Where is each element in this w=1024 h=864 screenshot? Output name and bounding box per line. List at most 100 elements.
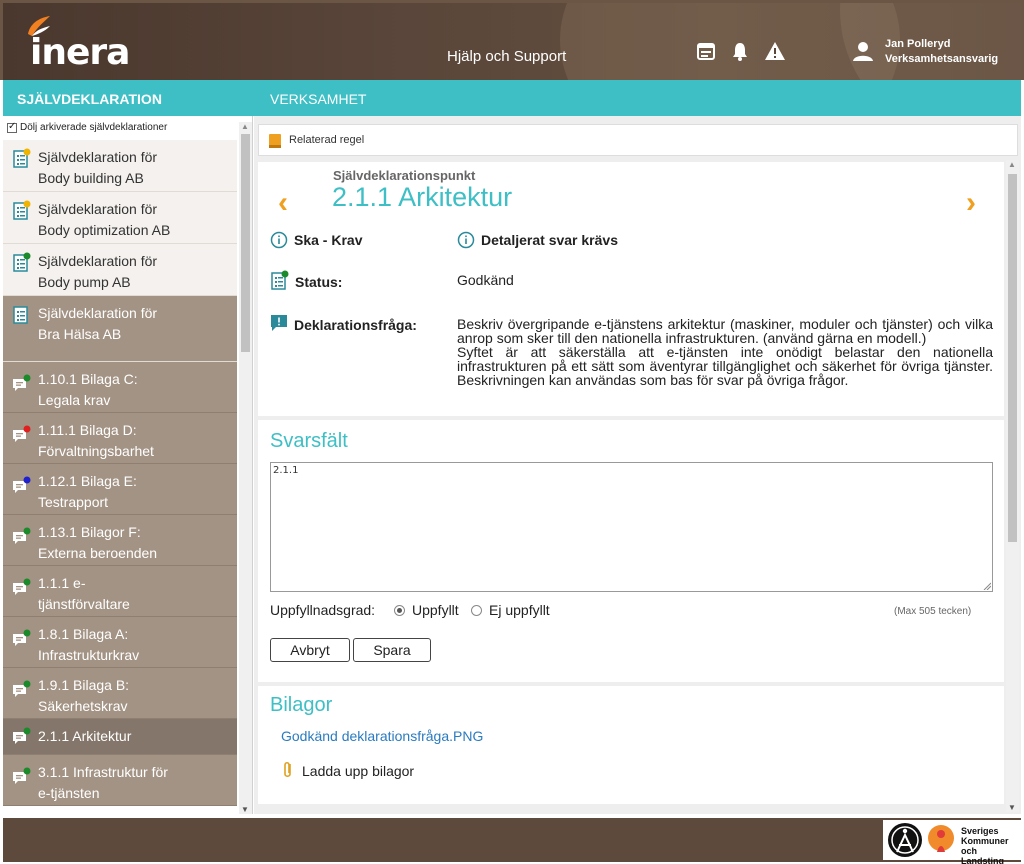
answer-value: 2.1.1 bbox=[273, 465, 299, 476]
radio-not-fulfilled-label[interactable]: Ej uppfyllt bbox=[489, 602, 550, 618]
sidebar-item-label: 1.1.1 e- tjänstförvaltare bbox=[38, 575, 130, 612]
related-rule-label: Relaterad regel bbox=[289, 134, 365, 146]
sidebar-scrollbar[interactable]: ▲ ▼ bbox=[239, 122, 252, 814]
scroll-up-icon[interactable]: ▲ bbox=[1008, 160, 1016, 169]
sidebar-declaration-item[interactable]: Självdeklaration för Body building AB bbox=[3, 140, 237, 192]
comment-icon bbox=[13, 527, 31, 544]
footer-logos: Sveriges Kommuner och Landsting bbox=[883, 820, 1021, 864]
attachments-title: Bilagor bbox=[270, 694, 333, 716]
user-role: Verksamhetsansvarig bbox=[885, 53, 999, 65]
question-paragraph: Beskriv övergripande e-tjänstens arkitek… bbox=[457, 316, 993, 346]
paperclip-icon[interactable] bbox=[281, 760, 295, 780]
radio-fulfilled-label[interactable]: Uppfyllt bbox=[412, 602, 459, 618]
sidebar-point-item[interactable]: 3.1.1 Infrastruktur för e-tjänsten bbox=[3, 755, 237, 806]
comment-icon bbox=[13, 374, 31, 391]
sidebar-scroll-thumb[interactable] bbox=[241, 134, 250, 352]
main-scrollbar[interactable]: ▲ ▼ bbox=[1006, 160, 1019, 812]
question-label: Deklarationsfråga: bbox=[294, 317, 417, 333]
declaration-point-panel: ‹ › Självdeklarationspunkt 2.1.1 Arkitek… bbox=[258, 162, 1004, 416]
sidebar-item-label: 2.1.1 Arkitektur bbox=[38, 728, 132, 744]
question-text: Beskriv övergripande e-tjänstens arkitek… bbox=[457, 317, 993, 387]
main-scroll-thumb[interactable] bbox=[1008, 174, 1017, 542]
section-title-sjalvdeklaration: SJÄLVDEKLARATION bbox=[17, 91, 162, 107]
warning-icon[interactable] bbox=[764, 40, 786, 62]
sidebar-declaration-item[interactable]: Självdeklaration för Body optimization A… bbox=[3, 192, 237, 244]
answer-textarea[interactable]: 2.1.1 bbox=[270, 462, 993, 592]
sidebar-item-label: Självdeklaration för Body optimization A… bbox=[38, 201, 171, 238]
info-icon[interactable] bbox=[457, 231, 475, 249]
comment-icon bbox=[13, 727, 31, 744]
sidebar-point-item[interactable]: 1.13.1 Bilagor F: Externa beroenden bbox=[3, 515, 237, 566]
checklist-icon bbox=[13, 252, 31, 272]
section-title-verksamhet: VERKSAMHET bbox=[270, 91, 367, 107]
max-chars-label: (Max 505 tecken) bbox=[894, 606, 972, 617]
attachment-file-link[interactable]: Godkänd deklarationsfråga.PNG bbox=[281, 728, 483, 744]
sidebar-item-label: 1.8.1 Bilaga A: Infrastrukturkrav bbox=[38, 626, 140, 663]
checklist-icon bbox=[271, 270, 289, 290]
comment-icon bbox=[13, 578, 31, 595]
resize-grip-icon[interactable] bbox=[983, 582, 991, 590]
user-icon bbox=[853, 42, 873, 61]
info-icon[interactable] bbox=[270, 231, 288, 249]
main-content: Relaterad regel ‹ › Självdeklarationspun… bbox=[254, 116, 1021, 814]
comment-icon bbox=[13, 680, 31, 697]
sidebar-declaration-item[interactable]: Självdeklaration för Bra Hälsa AB bbox=[3, 296, 237, 362]
calendar-icon[interactable] bbox=[695, 40, 717, 62]
requirement-label: Ska - Krav bbox=[294, 232, 363, 248]
sidebar-list: Självdeklaration för Body building AB Sj… bbox=[3, 140, 237, 806]
sidebar-declaration-item[interactable]: Självdeklaration för Body pump AB bbox=[3, 244, 237, 296]
comment-icon bbox=[13, 629, 31, 646]
attachments-panel: Bilagor Godkänd deklarationsfråga.PNG La… bbox=[258, 686, 1004, 804]
sidebar-item-label: 3.1.1 Infrastruktur för e-tjänsten bbox=[38, 764, 168, 801]
accessibility-logo bbox=[888, 823, 922, 857]
question-paragraph: Syftet är att säkerställa att e-tjänsten… bbox=[457, 344, 993, 388]
scroll-up-icon[interactable]: ▲ bbox=[241, 122, 249, 131]
sidebar-item-label: 1.10.1 Bilaga C: Legala krav bbox=[38, 371, 138, 408]
sidebar-point-item[interactable]: 1.12.1 Bilaga E: Testrapport bbox=[3, 464, 237, 515]
sidebar-point-item[interactable]: 1.8.1 Bilaga A: Infrastrukturkrav bbox=[3, 617, 237, 668]
sidebar-point-item[interactable]: 1.11.1 Bilaga D: Förvaltningsbarhet bbox=[3, 413, 237, 464]
book-icon bbox=[269, 134, 281, 148]
skl-logo bbox=[928, 825, 954, 852]
scroll-down-icon[interactable]: ▼ bbox=[241, 805, 249, 814]
sidebar-item-label: Självdeklaration för Bra Hälsa AB bbox=[38, 305, 158, 342]
sidebar-point-item[interactable]: 1.9.1 Bilaga B: Säkerhetskrav bbox=[3, 668, 237, 719]
answer-panel: Svarsfält 2.1.1 Uppfyllnadsgrad: Uppfyll… bbox=[258, 420, 1004, 682]
sidebar-point-item[interactable]: 1.10.1 Bilaga C: Legala krav bbox=[3, 362, 237, 413]
sidebar-point-item[interactable]: 1.1.1 e- tjänstförvaltare bbox=[3, 566, 237, 617]
scroll-down-icon[interactable]: ▼ bbox=[1008, 803, 1016, 812]
checklist-icon bbox=[13, 306, 28, 324]
radio-fulfilled[interactable] bbox=[394, 605, 405, 616]
user-name: Jan Polleryd bbox=[885, 38, 951, 50]
skl-logo-text: Sveriges Kommuner och Landsting bbox=[961, 826, 1009, 864]
inera-logo[interactable]: inera bbox=[26, 14, 130, 73]
related-rule-bar[interactable]: Relaterad regel bbox=[258, 124, 1018, 156]
app-header: inera Hjälp och Support Jan Polleryd Ver… bbox=[0, 0, 1024, 80]
hide-archived-label: Dölj arkiverade självdeklarationer bbox=[20, 122, 168, 133]
hide-archived-checkbox[interactable]: Dölj arkiverade självdeklarationer bbox=[7, 121, 168, 133]
previous-arrow-icon[interactable]: ‹ bbox=[278, 186, 288, 220]
checklist-icon bbox=[13, 200, 31, 220]
next-arrow-icon[interactable]: › bbox=[966, 186, 976, 220]
radio-not-fulfilled[interactable] bbox=[471, 605, 482, 616]
comment-icon bbox=[13, 767, 31, 784]
sidebar-item-label: Självdeklaration för Body building AB bbox=[38, 149, 158, 186]
checklist-icon bbox=[13, 148, 31, 168]
save-button[interactable]: Spara bbox=[353, 638, 431, 662]
checkbox-icon[interactable] bbox=[7, 121, 17, 133]
cancel-button[interactable]: Avbryt bbox=[270, 638, 350, 662]
bell-icon[interactable] bbox=[729, 40, 751, 62]
upload-attachments-button[interactable]: Ladda upp bilagor bbox=[302, 763, 414, 779]
help-support-link[interactable]: Hjälp och Support bbox=[447, 48, 566, 65]
sidebar-item-label: Självdeklaration för Body pump AB bbox=[38, 253, 158, 290]
logo-text: inera bbox=[30, 32, 130, 73]
section-bar: SJÄLVDEKLARATION VERKSAMHET bbox=[3, 80, 1021, 116]
sidebar-item-label: 1.11.1 Bilaga D: Förvaltningsbarhet bbox=[38, 422, 154, 459]
sidebar-item-label: 1.9.1 Bilaga B: Säkerhetskrav bbox=[38, 677, 130, 714]
answer-title: Svarsfält bbox=[270, 430, 348, 452]
comment-icon bbox=[13, 425, 31, 442]
point-title: 2.1.1 Arkitektur bbox=[332, 182, 513, 212]
sidebar-item-label: 1.12.1 Bilaga E: Testrapport bbox=[38, 473, 137, 510]
sidebar-point-item[interactable]: 2.1.1 Arkitektur bbox=[3, 719, 237, 755]
status-value: Godkänd bbox=[457, 272, 514, 288]
